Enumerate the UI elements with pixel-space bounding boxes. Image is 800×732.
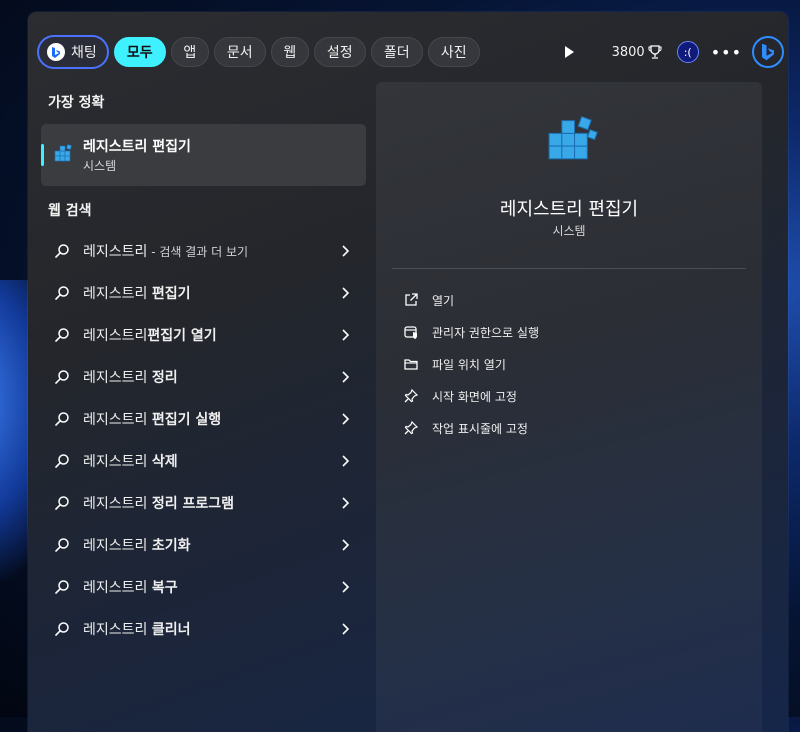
registry-editor-icon <box>53 143 75 169</box>
best-match-heading: 가장 정확 <box>48 95 105 111</box>
tab-apps[interactable]: 앱 <box>170 37 209 67</box>
action-open-file-location[interactable]: 파일 위치 열기 <box>392 348 746 380</box>
search-icon <box>55 370 69 384</box>
play-icon <box>564 46 574 58</box>
search-icon <box>55 286 69 300</box>
search-icon <box>55 244 69 258</box>
chevron-right-icon <box>342 287 350 299</box>
action-open[interactable]: 열기 <box>392 284 746 316</box>
search-icon <box>55 328 69 342</box>
preview-actions: 열기 관리자 권한으로 실행 파일 위치 열기 시작 화면에 고정 작업 표시줄… <box>392 284 746 444</box>
result-label: 레지스트리편집기 열기 <box>83 328 217 344</box>
list-item[interactable]: 레지스트리 정리 <box>41 356 366 398</box>
tab-web[interactable]: 웹 <box>270 37 309 67</box>
search-icon <box>55 454 69 468</box>
bing-icon <box>47 43 65 61</box>
chevron-right-icon <box>342 581 350 593</box>
web-search-heading: 웹 검색 <box>48 203 92 219</box>
chevron-right-icon <box>342 497 350 509</box>
list-item[interactable]: 레지스트리 삭제 <box>41 440 366 482</box>
list-item[interactable]: 레지스트리 - 검색 결과 더 보기 <box>41 230 366 272</box>
search-icon <box>55 538 69 552</box>
preview-app-name: 레지스트리 편집기 <box>499 199 639 220</box>
list-item[interactable]: 레지스트리 복구 <box>41 566 366 608</box>
chevron-right-icon <box>342 413 350 425</box>
best-match-name: 레지스트리 편집기 <box>83 139 191 155</box>
chevron-right-icon <box>342 329 350 341</box>
result-label: 레지스트리 편집기 실행 <box>83 412 222 428</box>
chevron-right-icon <box>342 371 350 383</box>
chevron-right-icon <box>342 623 350 635</box>
list-item[interactable]: 레지스트리 클리너 <box>41 608 366 650</box>
folder-icon <box>402 355 420 373</box>
search-icon <box>55 622 69 636</box>
action-run-as-admin[interactable]: 관리자 권한으로 실행 <box>392 316 746 348</box>
top-right-controls: 3800 :( ••• <box>554 35 788 69</box>
result-label: 레지스트리 정리 <box>83 370 178 386</box>
result-label: 레지스트리 정리 프로그램 <box>83 496 235 512</box>
action-label: 작업 표시줄에 고정 <box>432 421 528 436</box>
pin-icon <box>402 387 420 405</box>
divider <box>392 268 746 269</box>
more-options-icon[interactable]: ••• <box>711 43 742 62</box>
list-item[interactable]: 레지스트리 초기화 <box>41 524 366 566</box>
tab-folders[interactable]: 폴더 <box>370 37 423 67</box>
result-label: 레지스트리 - 검색 결과 더 보기 <box>83 244 249 260</box>
avatar[interactable]: :( <box>676 41 699 63</box>
search-icon <box>55 580 69 594</box>
search-icon <box>55 412 69 426</box>
selection-indicator <box>41 144 44 166</box>
action-label: 시작 화면에 고정 <box>432 389 517 404</box>
tab-chat[interactable]: 채팅 <box>37 35 109 69</box>
list-item[interactable]: 레지스트리편집기 열기 <box>41 314 366 356</box>
list-item[interactable]: 레지스트리 정리 프로그램 <box>41 482 366 524</box>
more-tabs-button[interactable] <box>554 37 584 67</box>
tab-all[interactable]: 모두 <box>113 37 166 67</box>
bing-icon <box>762 43 774 61</box>
pin-icon <box>402 419 420 437</box>
action-label: 관리자 권한으로 실행 <box>432 325 539 340</box>
list-item[interactable]: 레지스트리 편집기 실행 <box>41 398 366 440</box>
search-panel: 채팅 모두 앱 문서 웹 설정 폴더 사진 3800 :( ••• 가장 정확 <box>28 12 788 732</box>
result-label: 레지스트리 편집기 <box>83 286 191 302</box>
trophy-icon <box>648 45 662 59</box>
chevron-right-icon <box>342 455 350 467</box>
action-pin-to-taskbar[interactable]: 작업 표시줄에 고정 <box>392 412 746 444</box>
result-label: 레지스트리 클리너 <box>83 622 191 638</box>
list-item[interactable]: 레지스트리 편집기 <box>41 272 366 314</box>
tab-settings[interactable]: 설정 <box>313 37 366 67</box>
chevron-right-icon <box>342 539 350 551</box>
web-search-results: 레지스트리 - 검색 결과 더 보기 레지스트리 편집기 레지스트리편집기 열기… <box>41 230 366 650</box>
open-external-icon <box>402 291 420 309</box>
rewards-points[interactable]: 3800 <box>612 44 663 60</box>
result-label: 레지스트리 복구 <box>83 580 178 596</box>
result-label: 레지스트리 삭제 <box>83 454 178 470</box>
best-match-type: 시스템 <box>83 159 117 173</box>
search-filter-tabs: 채팅 모두 앱 문서 웹 설정 폴더 사진 <box>37 35 485 69</box>
bing-chat-button[interactable] <box>752 36 784 68</box>
tab-documents[interactable]: 문서 <box>213 37 266 67</box>
best-match-item[interactable]: 레지스트리 편집기 시스템 <box>41 124 366 186</box>
rewards-points-value: 3800 <box>611 44 645 60</box>
action-pin-to-start[interactable]: 시작 화면에 고정 <box>392 380 746 412</box>
action-label: 파일 위치 열기 <box>432 357 506 372</box>
preview-app-type: 시스템 <box>552 224 586 238</box>
action-label: 열기 <box>432 293 455 308</box>
tab-chat-label: 채팅 <box>71 45 97 61</box>
search-icon <box>55 496 69 510</box>
result-label: 레지스트리 초기화 <box>83 538 191 554</box>
chevron-right-icon <box>342 245 350 257</box>
tab-photos[interactable]: 사진 <box>427 37 480 67</box>
admin-shield-icon <box>402 323 420 341</box>
registry-editor-icon <box>544 112 600 174</box>
app-preview-pane: 레지스트리 편집기 시스템 열기 관리자 권한으로 실행 파일 위치 열기 시작… <box>376 82 762 732</box>
